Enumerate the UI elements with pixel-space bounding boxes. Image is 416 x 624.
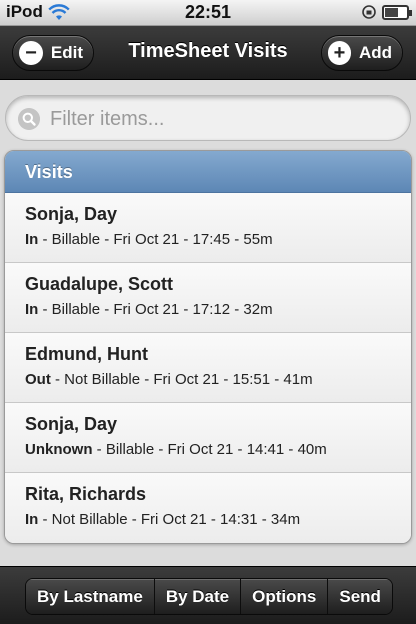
list-item[interactable]: Sonja, Day In - Billable - Fri Oct 21 - … (5, 193, 411, 263)
visit-name: Guadalupe, Scott (25, 274, 174, 294)
add-button-label: Add (358, 43, 392, 62)
search-field[interactable] (5, 95, 411, 141)
status-bar: iPod 22:51 (0, 0, 416, 26)
visit-name: Sonja, Day (25, 204, 118, 224)
visit-info: - Billable - Fri Oct 21 - 17:12 - 32m (38, 301, 273, 318)
search-input[interactable] (50, 105, 390, 133)
visit-name: Sonja, Day (25, 414, 118, 434)
visit-status: In (25, 301, 39, 318)
visit-info: - Not Billable - Fri Oct 21 - 14:31 - 34… (38, 511, 301, 528)
orientation-lock-icon (362, 5, 376, 19)
visit-status: In (25, 231, 39, 248)
visit-detail: In - Billable - Fri Oct 21 - 17:12 - 32m (25, 301, 411, 318)
sort-by-lastname-button[interactable]: By Lastname (26, 579, 155, 614)
add-button[interactable]: + Add (321, 35, 403, 71)
battery-icon (382, 5, 412, 20)
list-item[interactable]: Sonja, Day Unknown - Billable - Fri Oct … (5, 403, 411, 473)
plus-icon: + (328, 41, 351, 65)
visit-status: Unknown (25, 441, 93, 458)
visit-detail: In - Not Billable - Fri Oct 21 - 14:31 -… (25, 511, 411, 528)
list-divider: Visits (5, 151, 411, 193)
battery-fill (385, 8, 398, 17)
visit-detail: Unknown - Billable - Fri Oct 21 - 14:41 … (25, 441, 411, 458)
visit-status: Out (25, 371, 51, 388)
visits-list: Visits Sonja, Day In - Billable - Fri Oc… (4, 150, 412, 544)
footer-toolbar: By Lastname By Date Options Send (0, 566, 416, 624)
visit-info: - Not Billable - Fri Oct 21 - 15:51 - 41… (50, 371, 313, 388)
footer-button-group: By Lastname By Date Options Send (25, 578, 393, 615)
visit-info: - Billable - Fri Oct 21 - 17:45 - 55m (38, 231, 273, 248)
options-button[interactable]: Options (241, 579, 329, 614)
visit-status: In (25, 511, 39, 528)
visit-name: Edmund, Hunt (25, 344, 148, 364)
search-icon (18, 108, 40, 130)
search-bar (0, 80, 416, 148)
list-item[interactable]: Guadalupe, Scott In - Billable - Fri Oct… (5, 263, 411, 333)
list-item[interactable]: Rita, Richards In - Not Billable - Fri O… (5, 473, 411, 543)
send-button[interactable]: Send (328, 579, 392, 614)
visit-detail: Out - Not Billable - Fri Oct 21 - 15:51 … (25, 371, 411, 388)
visit-info: - Billable - Fri Oct 21 - 14:41 - 40m (92, 441, 327, 458)
list-item[interactable]: Edmund, Hunt Out - Not Billable - Fri Oc… (5, 333, 411, 403)
visit-detail: In - Billable - Fri Oct 21 - 17:45 - 55m (25, 231, 411, 248)
visit-name: Rita, Richards (25, 484, 147, 504)
nav-header: − Edit TimeSheet Visits + Add (0, 26, 416, 80)
sort-by-date-button[interactable]: By Date (154, 579, 242, 614)
clock-time: 22:51 (184, 2, 232, 22)
